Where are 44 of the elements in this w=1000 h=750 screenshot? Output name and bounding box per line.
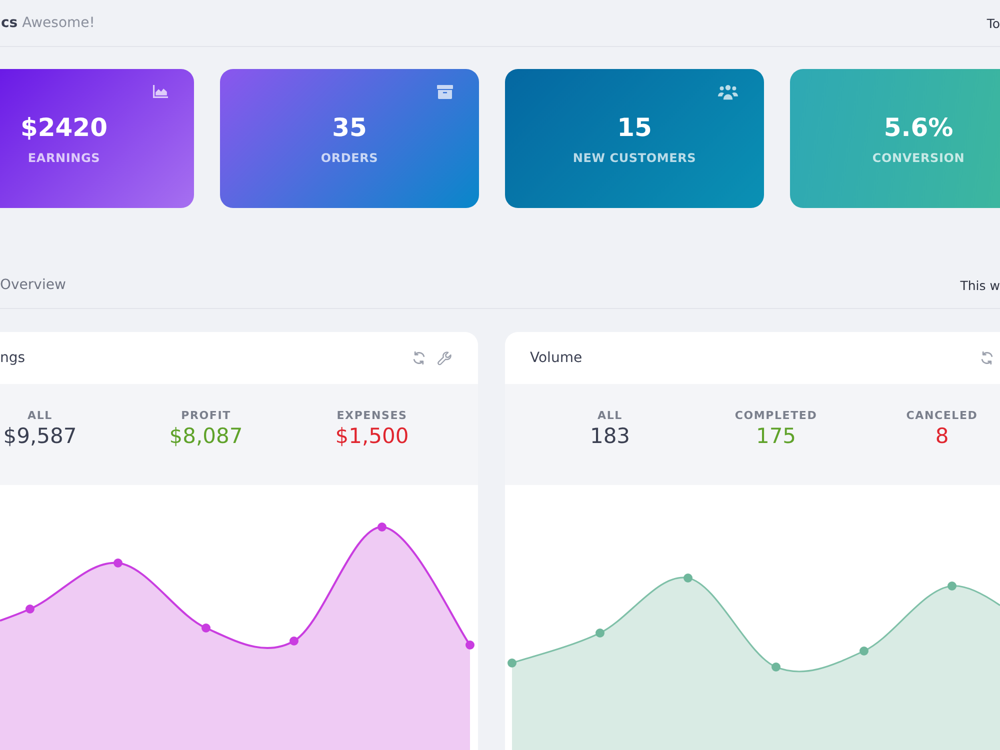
data-point — [466, 640, 474, 650]
data-point — [772, 662, 780, 672]
archive-box-icon — [437, 85, 453, 99]
stat-value: 8 — [935, 423, 949, 449]
stat-label: PROFIT — [181, 409, 231, 423]
data-point — [26, 604, 34, 614]
data-point — [596, 628, 604, 638]
card-label: CONVERSION — [872, 150, 965, 166]
area-chart-icon — [152, 85, 168, 99]
data-point — [948, 582, 956, 590]
card-value: 35 — [332, 112, 367, 144]
stat-label: ALL — [28, 409, 52, 423]
stat-value: $9,587 — [3, 423, 77, 449]
stat-label: EXPENSES — [336, 409, 408, 423]
panel-title: ngs — [0, 350, 26, 366]
wrench-icon[interactable] — [437, 350, 452, 366]
card-label: ORDERS — [320, 150, 378, 166]
stat-label: CANCELED — [906, 409, 978, 423]
stat-value: $1,500 — [335, 423, 409, 449]
stat-value: 183 — [590, 423, 630, 449]
page-title: cs Awesome! — [1, 15, 95, 31]
card-label: EARNINGS — [28, 150, 100, 166]
stat-label: COMPLETED — [734, 409, 818, 423]
period-selector[interactable]: This w — [960, 278, 1000, 292]
stat-label: ALL — [598, 409, 622, 423]
data-point — [508, 658, 516, 668]
data-point — [860, 646, 868, 656]
period-selector[interactable]: To — [986, 16, 1000, 30]
card-value: $2420 — [20, 112, 108, 144]
card-value: 5.6% — [884, 112, 954, 144]
data-point — [684, 574, 692, 582]
section-title: Overview — [0, 277, 66, 293]
card-label: NEW CUSTOMERS — [572, 150, 696, 166]
refresh-icon[interactable] — [980, 351, 994, 365]
data-point — [114, 558, 122, 568]
data-point — [290, 636, 298, 646]
panel-title: Volume — [530, 350, 582, 366]
data-point — [202, 624, 210, 632]
stat-value: $8,087 — [169, 423, 243, 449]
data-point — [378, 522, 386, 532]
stat-value: 175 — [756, 423, 796, 449]
users-icon — [718, 84, 738, 100]
refresh-icon[interactable] — [412, 351, 426, 365]
card-value: 15 — [617, 112, 652, 144]
